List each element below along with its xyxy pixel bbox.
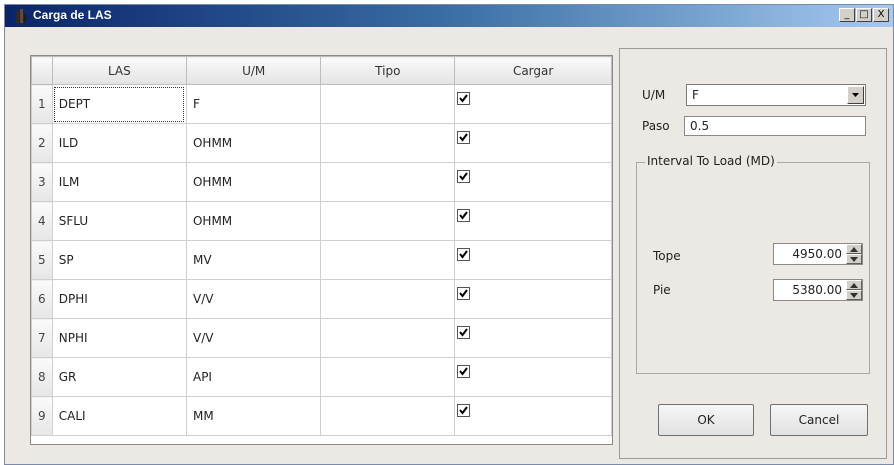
- row-header[interactable]: 3: [31, 162, 53, 202]
- cell-tipo[interactable]: [320, 162, 456, 202]
- cell-tipo[interactable]: [320, 123, 456, 163]
- tope-value: 4950.00: [792, 247, 842, 261]
- spin-down-icon[interactable]: [846, 254, 862, 264]
- options-panel: U/M F Paso 0.5 Interval To Load (MD) Top…: [619, 48, 887, 459]
- cell-las[interactable]: DPHI: [51, 279, 187, 319]
- cell-cargar[interactable]: [454, 123, 612, 163]
- cell-tipo[interactable]: [320, 84, 456, 124]
- cell-las[interactable]: SP: [51, 240, 187, 280]
- table-row[interactable]: 2 ILD OHMM: [31, 123, 612, 163]
- window-title: Carga de LAS: [33, 8, 112, 22]
- row-header[interactable]: 5: [31, 240, 53, 280]
- um-select[interactable]: F: [686, 84, 866, 106]
- column-header-tipo[interactable]: Tipo: [320, 56, 456, 85]
- checkbox-checked-icon[interactable]: [457, 404, 471, 417]
- cell-um[interactable]: MM: [185, 396, 322, 436]
- table-row[interactable]: 1 DEPT F: [31, 84, 612, 124]
- cell-tipo[interactable]: [320, 201, 456, 241]
- close-button[interactable]: X: [873, 8, 889, 22]
- row-header[interactable]: 4: [31, 201, 53, 241]
- cell-las[interactable]: SFLU: [51, 201, 187, 241]
- um-select-value: F: [692, 88, 699, 102]
- chevron-down-icon[interactable]: [847, 86, 864, 104]
- paso-input[interactable]: 0.5: [684, 116, 866, 136]
- column-header-las[interactable]: LAS: [51, 56, 187, 85]
- checkbox-checked-icon[interactable]: [457, 326, 471, 339]
- cell-tipo[interactable]: [320, 357, 456, 397]
- paso-label: Paso: [642, 119, 670, 133]
- cell-tipo[interactable]: [320, 279, 456, 319]
- pie-label: Pie: [653, 283, 671, 297]
- table-row[interactable]: 5 SP MV: [31, 240, 612, 280]
- cell-tipo[interactable]: [320, 318, 456, 358]
- corner-header[interactable]: [31, 56, 53, 85]
- checkbox-checked-icon[interactable]: [457, 131, 471, 144]
- paso-value: 0.5: [690, 119, 710, 133]
- cell-tipo[interactable]: [320, 396, 456, 436]
- table-row[interactable]: 9 CALI MM: [31, 396, 612, 436]
- tope-spinbox[interactable]: 4950.00: [773, 243, 863, 265]
- checkbox-checked-icon[interactable]: [457, 92, 471, 105]
- row-header[interactable]: 7: [31, 318, 53, 358]
- row-header[interactable]: 2: [31, 123, 53, 163]
- cell-um[interactable]: API: [185, 357, 322, 397]
- row-header[interactable]: 6: [31, 279, 53, 319]
- checkbox-checked-icon[interactable]: [457, 287, 471, 300]
- checkbox-checked-icon[interactable]: [457, 248, 471, 261]
- checkbox-checked-icon[interactable]: [457, 365, 471, 378]
- row-header[interactable]: 1: [31, 84, 53, 124]
- title-bar[interactable]: Carga de LAS _ □ X: [5, 5, 893, 27]
- spin-down-icon[interactable]: [846, 290, 862, 300]
- cell-um[interactable]: MV: [185, 240, 322, 280]
- cell-cargar[interactable]: [454, 162, 612, 202]
- cell-las[interactable]: NPHI: [51, 318, 187, 358]
- table-row[interactable]: 8 GR API: [31, 357, 612, 397]
- checkbox-checked-icon[interactable]: [457, 209, 471, 222]
- checkbox-checked-icon[interactable]: [457, 170, 471, 183]
- ok-button[interactable]: OK: [658, 404, 754, 436]
- pie-value: 5380.00: [792, 283, 842, 297]
- column-header-um[interactable]: U/M: [185, 56, 322, 85]
- interval-group: Interval To Load (MD) Tope 4950.00 Pie 5…: [636, 154, 870, 374]
- cell-um[interactable]: V/V: [185, 318, 322, 358]
- cell-las[interactable]: ILM: [51, 162, 187, 202]
- table-row[interactable]: 4 SFLU OHMM: [31, 201, 612, 241]
- cell-cargar[interactable]: [454, 396, 612, 436]
- cell-las[interactable]: CALI: [51, 396, 187, 436]
- cell-um[interactable]: OHMM: [185, 201, 322, 241]
- las-table[interactable]: LAS U/M Tipo Cargar 1 DEPT F 2 ILD OHMM 3 ILM OH…: [30, 55, 613, 445]
- cell-cargar[interactable]: [454, 318, 612, 358]
- spin-up-icon[interactable]: [846, 280, 862, 290]
- cell-las[interactable]: GR: [51, 357, 187, 397]
- cell-cargar[interactable]: [454, 279, 612, 319]
- tope-label: Tope: [653, 249, 681, 263]
- row-header[interactable]: 8: [31, 357, 53, 397]
- row-header[interactable]: 9: [31, 396, 53, 436]
- pie-spinbox[interactable]: 5380.00: [773, 279, 863, 301]
- cell-tipo[interactable]: [320, 240, 456, 280]
- cell-cargar[interactable]: [454, 84, 612, 124]
- cell-las[interactable]: DEPT: [51, 84, 187, 124]
- cell-cargar[interactable]: [454, 201, 612, 241]
- table-row[interactable]: 6 DPHI V/V: [31, 279, 612, 319]
- cell-cargar[interactable]: [454, 240, 612, 280]
- cell-um[interactable]: V/V: [185, 279, 322, 319]
- table-row[interactable]: 3 ILM OHMM: [31, 162, 612, 202]
- cell-um[interactable]: OHMM: [185, 123, 322, 163]
- spin-up-icon[interactable]: [846, 244, 862, 254]
- interval-group-title: Interval To Load (MD): [645, 154, 777, 168]
- app-icon: [16, 9, 26, 23]
- minimize-button[interactable]: _: [839, 8, 855, 22]
- dialog-window: Carga de LAS _ □ X LAS U/M Tipo Cargar 1…: [4, 4, 894, 465]
- cancel-button[interactable]: Cancel: [770, 404, 868, 436]
- maximize-button[interactable]: □: [856, 8, 872, 22]
- cell-las[interactable]: ILD: [51, 123, 187, 163]
- table-row[interactable]: 7 NPHI V/V: [31, 318, 612, 358]
- column-header-cargar[interactable]: Cargar: [454, 56, 612, 85]
- cell-um[interactable]: F: [185, 84, 322, 124]
- um-label: U/M: [642, 88, 666, 102]
- cell-cargar[interactable]: [454, 357, 612, 397]
- cell-um[interactable]: OHMM: [185, 162, 322, 202]
